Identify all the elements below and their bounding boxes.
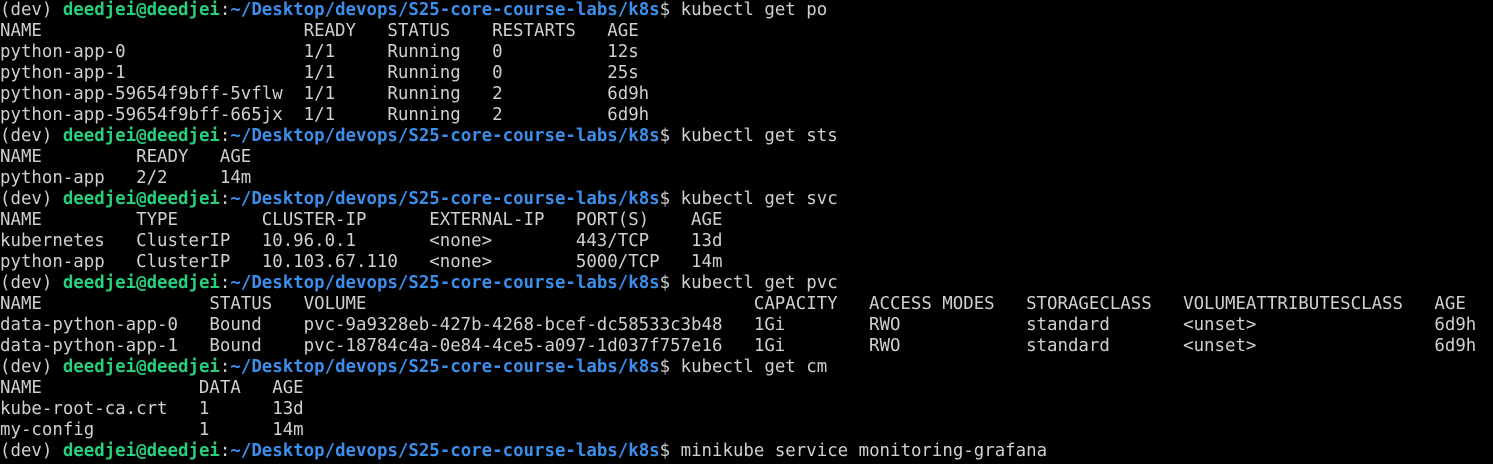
prompt-env: (dev) — [0, 126, 63, 146]
output-row: data-python-app-0 Bound pvc-9a9328eb-427… — [0, 315, 1477, 335]
prompt-user-host: deedjei@deedjei — [62, 189, 220, 209]
prompt-line: (dev) deedjei@deedjei:~/Desktop/devops/S… — [0, 273, 1493, 294]
prompt-dollar: $ — [659, 357, 681, 377]
prompt-colon: : — [219, 273, 231, 293]
prompt-path: ~/Desktop/devops/S25-core-course-labs/k8… — [230, 126, 660, 146]
prompt-path: ~/Desktop/devops/S25-core-course-labs/k8… — [230, 273, 660, 293]
terminal-window[interactable]: (dev) deedjei@deedjei:~/Desktop/devops/S… — [0, 0, 1493, 464]
output-row: data-python-app-1 Bound pvc-18784c4a-0e8… — [0, 336, 1477, 356]
prompt-dollar: $ — [659, 441, 681, 461]
command-text: kubectl get cm — [680, 357, 828, 377]
prompt-user-host: deedjei@deedjei — [62, 273, 220, 293]
output-row: python-app-59654f9bff-5vflw 1/1 Running … — [0, 84, 650, 104]
command-text: kubectl get sts — [680, 126, 838, 146]
output-row: python-app-0 1/1 Running 0 12s — [0, 42, 639, 62]
output-row: kube-root-ca.crt 1 13d — [0, 399, 304, 419]
prompt-env: (dev) — [0, 273, 63, 293]
output-row: kubernetes ClusterIP 10.96.0.1 <none> 44… — [0, 231, 723, 251]
output-row: python-app-1 1/1 Running 0 25s — [0, 63, 639, 83]
prompt-user-host: deedjei@deedjei — [62, 0, 220, 20]
prompt-user-host: deedjei@deedjei — [62, 126, 220, 146]
prompt-colon: : — [219, 126, 231, 146]
prompt-line: (dev) deedjei@deedjei:~/Desktop/devops/S… — [0, 441, 1493, 462]
prompt-user-host: deedjei@deedjei — [62, 357, 220, 377]
command-text: kubectl get pvc — [680, 273, 838, 293]
output-row: python-app-59654f9bff-665jx 1/1 Running … — [0, 105, 650, 125]
command-text: kubectl get po — [680, 0, 828, 20]
prompt-line: (dev) deedjei@deedjei:~/Desktop/devops/S… — [0, 357, 1493, 378]
prompt-path: ~/Desktop/devops/S25-core-course-labs/k8… — [230, 0, 660, 20]
prompt-dollar: $ — [659, 189, 681, 209]
prompt-colon: : — [219, 0, 231, 20]
output-header-row: NAME DATA AGE — [0, 378, 304, 398]
terminal-output: (dev) deedjei@deedjei:~/Desktop/devops/S… — [0, 0, 1493, 462]
prompt-path: ~/Desktop/devops/S25-core-course-labs/k8… — [230, 357, 660, 377]
prompt-env: (dev) — [0, 0, 63, 20]
command-text: kubectl get svc — [680, 189, 838, 209]
output-header-row: NAME STATUS VOLUME CAPACITY ACCESS MODES… — [0, 294, 1466, 314]
output-row: my-config 1 14m — [0, 420, 304, 440]
prompt-line: (dev) deedjei@deedjei:~/Desktop/devops/S… — [0, 189, 1493, 210]
output-header-row: NAME READY AGE — [0, 147, 252, 167]
output-header-row: NAME TYPE CLUSTER-IP EXTERNAL-IP PORT(S)… — [0, 210, 723, 230]
output-row: python-app 2/2 14m — [0, 168, 252, 188]
prompt-path: ~/Desktop/devops/S25-core-course-labs/k8… — [230, 189, 660, 209]
output-row: python-app ClusterIP 10.103.67.110 <none… — [0, 252, 723, 272]
prompt-user-host: deedjei@deedjei — [62, 441, 220, 461]
prompt-path: ~/Desktop/devops/S25-core-course-labs/k8… — [230, 441, 660, 461]
prompt-env: (dev) — [0, 357, 63, 377]
prompt-colon: : — [219, 189, 231, 209]
prompt-colon: : — [219, 441, 231, 461]
prompt-dollar: $ — [659, 273, 681, 293]
prompt-dollar: $ — [659, 0, 681, 20]
prompt-env: (dev) — [0, 441, 63, 461]
prompt-line: (dev) deedjei@deedjei:~/Desktop/devops/S… — [0, 0, 1493, 21]
command-text: minikube service monitoring-grafana — [680, 441, 1048, 461]
prompt-env: (dev) — [0, 189, 63, 209]
output-header-row: NAME READY STATUS RESTARTS AGE — [0, 21, 639, 41]
prompt-line: (dev) deedjei@deedjei:~/Desktop/devops/S… — [0, 126, 1493, 147]
prompt-colon: : — [219, 357, 231, 377]
prompt-dollar: $ — [659, 126, 681, 146]
